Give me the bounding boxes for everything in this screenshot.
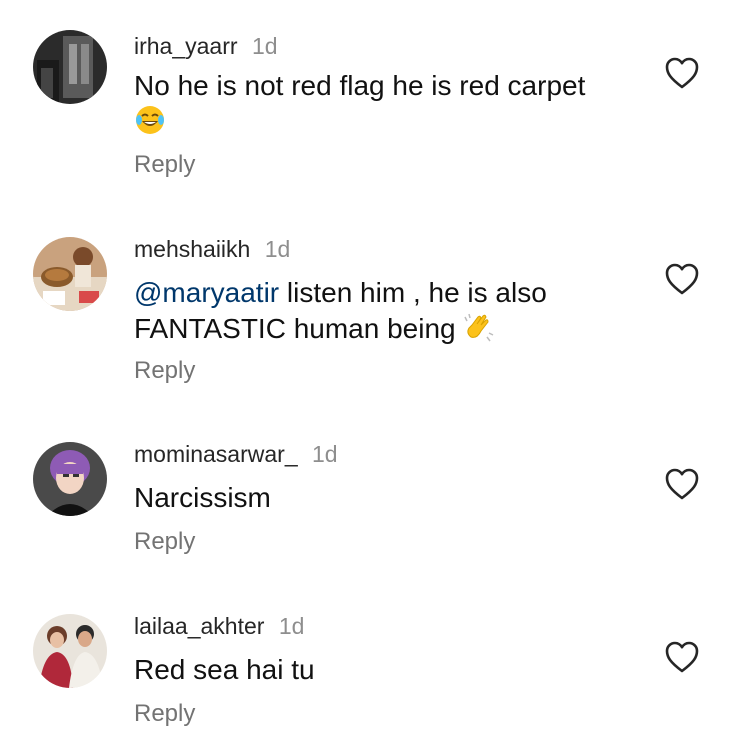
heart-outline-icon[interactable] bbox=[664, 56, 700, 90]
avatar[interactable] bbox=[33, 30, 107, 104]
timestamp: 1d bbox=[312, 441, 338, 467]
heart-outline-icon[interactable] bbox=[664, 262, 700, 296]
timestamp: 1d bbox=[264, 236, 291, 262]
comment-text-body: No he is not red flag he is red carpet bbox=[134, 70, 586, 101]
comment-text-line: FANTASTIC human being bbox=[134, 313, 464, 344]
reply-button[interactable]: Reply bbox=[134, 700, 195, 728]
username[interactable]: lailaa_akhter bbox=[134, 613, 264, 639]
avatar[interactable] bbox=[33, 442, 107, 516]
timestamp: 1d bbox=[278, 613, 305, 639]
face-with-tears-of-joy-icon bbox=[134, 104, 166, 136]
comment-text: Red sea hai tu bbox=[134, 654, 315, 685]
comment-text: No he is not red flag he is red carpet bbox=[134, 68, 634, 140]
reply-button[interactable]: Reply bbox=[134, 528, 195, 556]
comment-text: Narcissism bbox=[134, 482, 271, 513]
heart-outline-icon[interactable] bbox=[664, 640, 700, 674]
reply-button[interactable]: Reply bbox=[134, 151, 195, 179]
comment-text-line: listen him , he is also bbox=[279, 277, 547, 308]
heart-outline-icon[interactable] bbox=[664, 467, 700, 501]
clapping-hands-icon bbox=[463, 311, 495, 343]
mention-link[interactable]: @maryaatir bbox=[134, 277, 279, 308]
username[interactable]: irha_yaarr bbox=[134, 33, 238, 59]
username[interactable]: mehshaiikh bbox=[134, 236, 250, 262]
avatar[interactable] bbox=[33, 237, 107, 311]
avatar[interactable] bbox=[33, 614, 107, 688]
reply-button[interactable]: Reply bbox=[134, 357, 195, 385]
comment-text: @maryaatir listen him , he is also FANTA… bbox=[134, 275, 634, 347]
timestamp: 1d bbox=[251, 33, 278, 59]
username[interactable]: mominasarwar_ bbox=[134, 441, 298, 467]
